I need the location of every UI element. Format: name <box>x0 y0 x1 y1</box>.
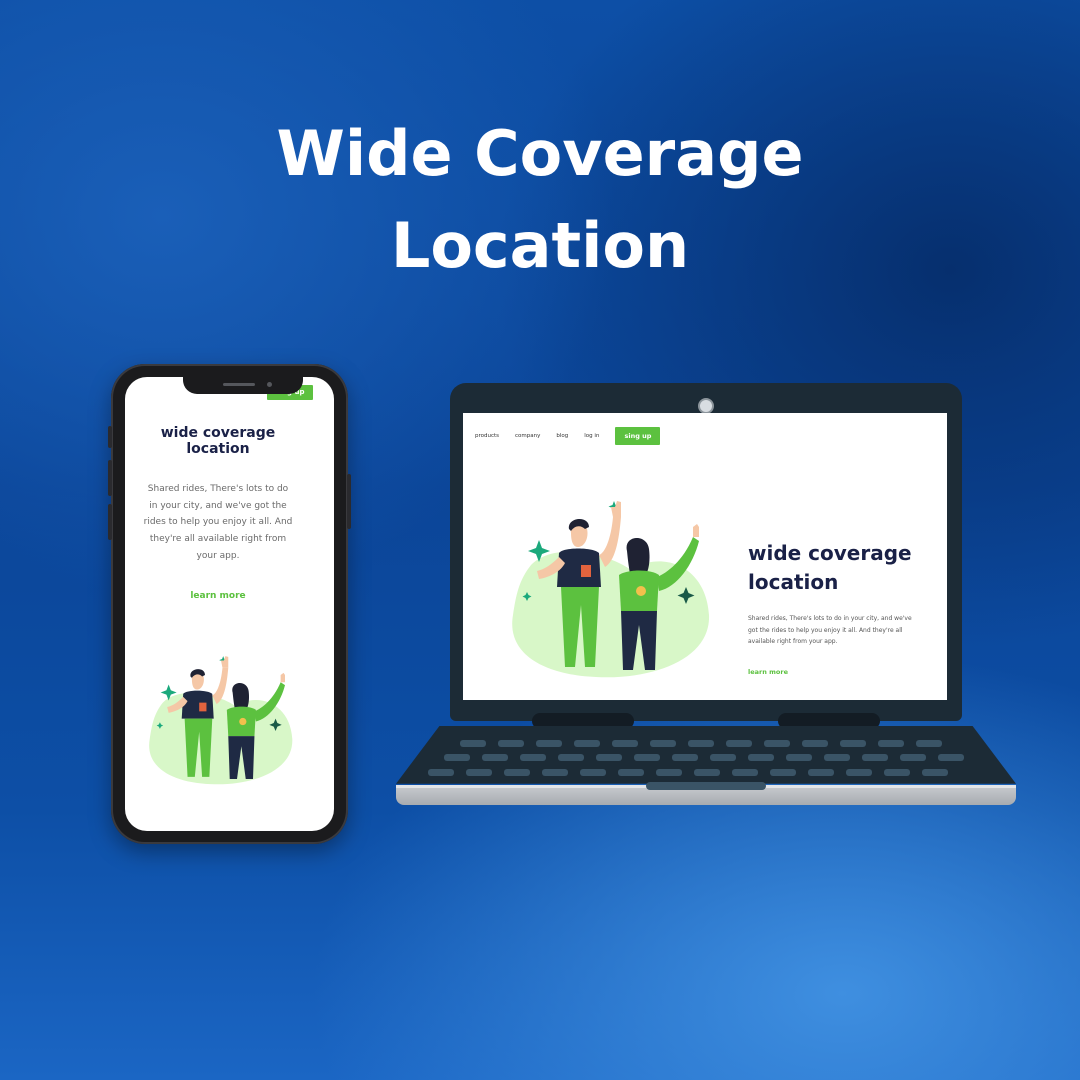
phone-mute-button <box>108 426 112 448</box>
desktop-hero-title: wide coverage location <box>748 539 912 597</box>
phone-power-button <box>347 474 351 529</box>
mobile-learn-more-link[interactable]: learn more <box>125 591 311 601</box>
nav-item-log-in[interactable]: log in <box>584 433 599 439</box>
phone-mockup: sing up wide coverage location Shared ri… <box>108 364 351 844</box>
keyboard-row-3 <box>428 769 948 776</box>
keyboard-row-2 <box>444 754 964 761</box>
headline-line-2: Location <box>390 209 690 282</box>
mobile-title-line-1: wide coverage <box>160 425 276 441</box>
desktop-hero-body: Shared rides, There's lots to do in your… <box>748 615 912 645</box>
laptop-screen: products company blog log in sing up wid… <box>463 413 947 700</box>
desktop-learn-more-link[interactable]: learn more <box>748 668 788 676</box>
mobile-hero-body: Shared rides, There's lots to do in your… <box>143 484 293 561</box>
keyboard-spacebar <box>646 782 766 790</box>
keyboard-row-1 <box>460 740 942 747</box>
phone-notch <box>183 377 303 394</box>
headline-line-1: Wide Coverage <box>276 117 804 190</box>
nav-item-products[interactable]: products <box>475 433 499 439</box>
desktop-signup-button[interactable]: sing up <box>615 427 661 445</box>
page-headline: Wide Coverage Location <box>0 108 1080 292</box>
phone-volume-down-button <box>108 504 112 540</box>
mobile-people-waving-illustration <box>149 656 293 785</box>
nav-item-company[interactable]: company <box>515 433 540 439</box>
laptop-lid: products company blog log in sing up wid… <box>450 383 962 721</box>
nav-item-blog[interactable]: blog <box>556 433 568 439</box>
webcam-icon <box>698 398 714 414</box>
phone-volume-up-button <box>108 460 112 496</box>
front-camera-icon <box>267 382 272 387</box>
desktop-people-waving-illustration <box>512 501 710 678</box>
mobile-hero-title: wide coverage location <box>125 425 311 457</box>
phone-notch-speaker-icon <box>223 383 255 386</box>
desktop-nav: products company blog log in sing up <box>475 427 661 445</box>
mobile-title-line-2: location <box>186 441 250 457</box>
laptop-mockup: products company blog log in sing up wid… <box>396 383 1016 828</box>
desktop-title-line-2: location <box>748 570 839 594</box>
phone-screen: sing up wide coverage location Shared ri… <box>125 377 334 831</box>
desktop-title-line-1: wide coverage <box>748 541 912 565</box>
